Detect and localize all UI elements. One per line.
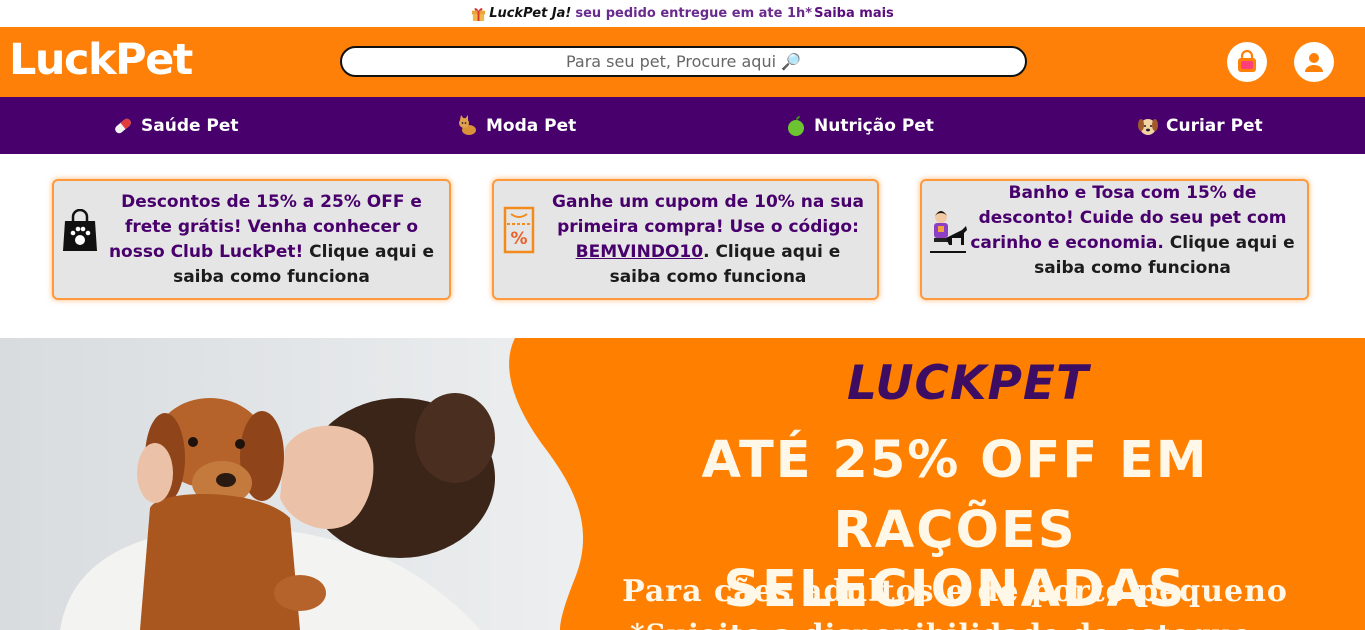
nav-item-nutricao-pet[interactable]: Nutrição Pet <box>785 97 934 154</box>
groomer-dog-icon <box>930 211 967 253</box>
hero-subline: Para cães adultos e de porte pequeno <box>622 574 1288 609</box>
site-header: LuckPet <box>0 27 1365 97</box>
nav-item-saude-pet[interactable]: Saúde Pet <box>112 97 239 154</box>
svg-text:%: % <box>510 229 527 249</box>
announcement-message: seu pedido entregue em ate 1h* <box>575 6 813 21</box>
gift-icon <box>472 8 486 21</box>
hero-brand: LUCKPET <box>847 356 1090 411</box>
hero-banner[interactable]: LUCKPET ATÉ 25% OFF EM RAÇÕES SELECIONAD… <box>0 338 1365 630</box>
promo-highlight: Ganhe um cupom de 10% na sua primeira co… <box>552 192 864 237</box>
nav-label: Moda Pet <box>486 115 577 136</box>
cat-icon <box>459 114 476 135</box>
site-logo[interactable]: LuckPet <box>9 35 193 85</box>
nav-label: Curiar Pet <box>1166 115 1263 136</box>
cart-button[interactable] <box>1227 42 1267 82</box>
search-input[interactable] <box>342 48 1025 75</box>
promo-text: Descontos de 15% a 25% OFF e frete gráti… <box>104 190 439 290</box>
hero-headline-1: ATÉ 25% OFF EM <box>701 431 1209 490</box>
promo-text: Banho e Tosa com 15% de desconto! Cuide … <box>970 181 1295 281</box>
nav-item-moda-pet[interactable]: Moda Pet <box>457 97 576 154</box>
announcement-brand: LuckPet Ja! <box>489 6 572 21</box>
nav-item-curiar-pet[interactable]: Curiar Pet <box>1137 97 1263 154</box>
dog-face-icon <box>1138 118 1158 135</box>
pill-icon <box>115 118 131 133</box>
nav-label: Saúde Pet <box>141 115 239 136</box>
promo-card-grooming[interactable]: Banho e Tosa com 15% de desconto! Cuide … <box>920 179 1309 300</box>
promo-text: Ganhe um cupom de 10% na sua primeira co… <box>550 190 866 290</box>
hero-stock-note: *Sujeito a disponibilidade de estoque <box>630 618 1252 630</box>
top-announcement-bar: LuckPet Ja! seu pedido entregue em ate 1… <box>0 0 1365 27</box>
shopping-bag-icon <box>1238 49 1256 72</box>
hero-photo-woman-dog <box>0 338 584 630</box>
nav-label: Nutrição Pet <box>814 115 934 136</box>
apple-icon <box>788 115 804 136</box>
promo-card-coupon[interactable]: % Ganhe um cupom de 10% na sua primeira … <box>492 179 879 300</box>
paw-bag-icon <box>63 209 97 251</box>
announcement-link[interactable]: Saiba mais <box>814 6 894 21</box>
user-icon <box>1305 53 1323 72</box>
account-button[interactable] <box>1294 42 1334 82</box>
category-nav: Saúde Pet Moda Pet Nutrição Pet Curiar P… <box>0 97 1365 154</box>
promo-card-club[interactable]: Descontos de 15% a 25% OFF e frete gráti… <box>52 179 451 300</box>
coupon-code[interactable]: BEMVINDO10 <box>576 242 703 262</box>
coupon-icon: % <box>503 206 535 254</box>
search-bar[interactable] <box>340 46 1027 77</box>
